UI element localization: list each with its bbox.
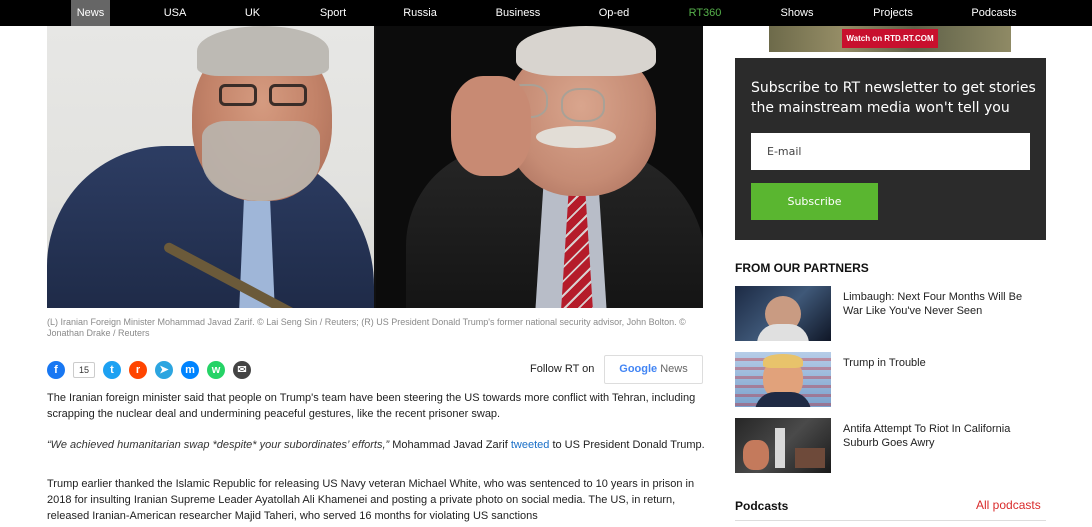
news-label: News (660, 363, 688, 375)
partner-thumbnail (735, 418, 831, 473)
article-paragraph-3: Trump earlier thanked the Islamic Republ… (47, 478, 695, 522)
nav-item-uk[interactable]: UK (235, 0, 270, 26)
nav-item-podcasts[interactable]: Podcasts (965, 0, 1023, 26)
newsletter-title: Subscribe to RT newsletter to get storie… (751, 80, 1036, 116)
share-count: 15 (73, 362, 95, 378)
nav-item-russia[interactable]: Russia (398, 0, 442, 26)
partner-item[interactable]: Antifa Attempt To Riot In California Sub… (735, 418, 1046, 473)
partners-heading: FROM OUR PARTNERS (735, 261, 869, 275)
photo-zarif (47, 26, 374, 308)
photo-caption: (L) Iranian Foreign Minister Mohammad Ja… (47, 317, 686, 338)
nav-item-projects[interactable]: Projects (865, 0, 921, 26)
divider (735, 520, 1046, 521)
reddit-icon[interactable]: r (129, 361, 147, 379)
nav-item-sport[interactable]: Sport (313, 0, 353, 26)
all-podcasts-link[interactable]: All podcasts (976, 498, 1041, 512)
photo-bolton (376, 26, 703, 308)
email-icon[interactable]: ✉ (233, 361, 251, 379)
telegram-icon[interactable]: ➤ (155, 361, 173, 379)
podcasts-heading: Podcasts (735, 499, 789, 513)
nav-item-news[interactable]: News (71, 0, 110, 26)
article-paragraph-2: “We achieved humanitarian swap *despite*… (47, 437, 707, 453)
rtd-banner[interactable]: Watch on RTD.RT.COM (769, 26, 1011, 52)
nav-item-oped[interactable]: Op-ed (592, 0, 636, 26)
nav-item-shows[interactable]: Shows (775, 0, 819, 26)
article-paragraph-1: The Iranian foreign minister said that p… (47, 392, 696, 420)
partner-item[interactable]: Trump in Trouble (735, 352, 1046, 407)
twitter-icon[interactable]: t (103, 361, 121, 379)
facebook-icon[interactable]: f (47, 361, 65, 379)
partner-thumbnail (735, 352, 831, 407)
tweeted-link[interactable]: tweeted (511, 439, 550, 451)
google-news-button[interactable]: Google News (604, 355, 703, 384)
partner-item[interactable]: Limbaugh: Next Four Months Will Be War L… (735, 286, 1046, 341)
nav-item-rt360[interactable]: RT360 (683, 0, 727, 26)
follow-rt-label: Follow RT on (530, 363, 595, 375)
article-main-photo (47, 26, 703, 308)
partner-headline: Antifa Attempt To Riot In California Sub… (843, 423, 1011, 449)
email-field[interactable] (751, 133, 1030, 170)
partner-headline: Trump in Trouble (843, 357, 926, 369)
quote-attribution: Mohammad Javad Zarif (389, 439, 511, 451)
watch-on-rtd-label: Watch on RTD.RT.COM (842, 29, 938, 48)
messenger-icon[interactable]: m (181, 361, 199, 379)
whatsapp-icon[interactable]: w (207, 361, 225, 379)
nav-item-business[interactable]: Business (490, 0, 546, 26)
partner-headline: Limbaugh: Next Four Months Will Be War L… (843, 291, 1023, 317)
quote-end: to US President Donald Trump. (549, 439, 705, 451)
newsletter-box: Subscribe to RT newsletter to get storie… (735, 58, 1046, 240)
subscribe-button[interactable]: Subscribe (751, 183, 878, 220)
nav-item-usa[interactable]: USA (155, 0, 195, 26)
partner-thumbnail (735, 286, 831, 341)
google-label: Google (619, 363, 658, 375)
zarif-quote: “We achieved humanitarian swap *despite*… (47, 439, 390, 451)
top-navigation: News USA UK Sport Russia Business Op-ed … (0, 0, 1092, 26)
